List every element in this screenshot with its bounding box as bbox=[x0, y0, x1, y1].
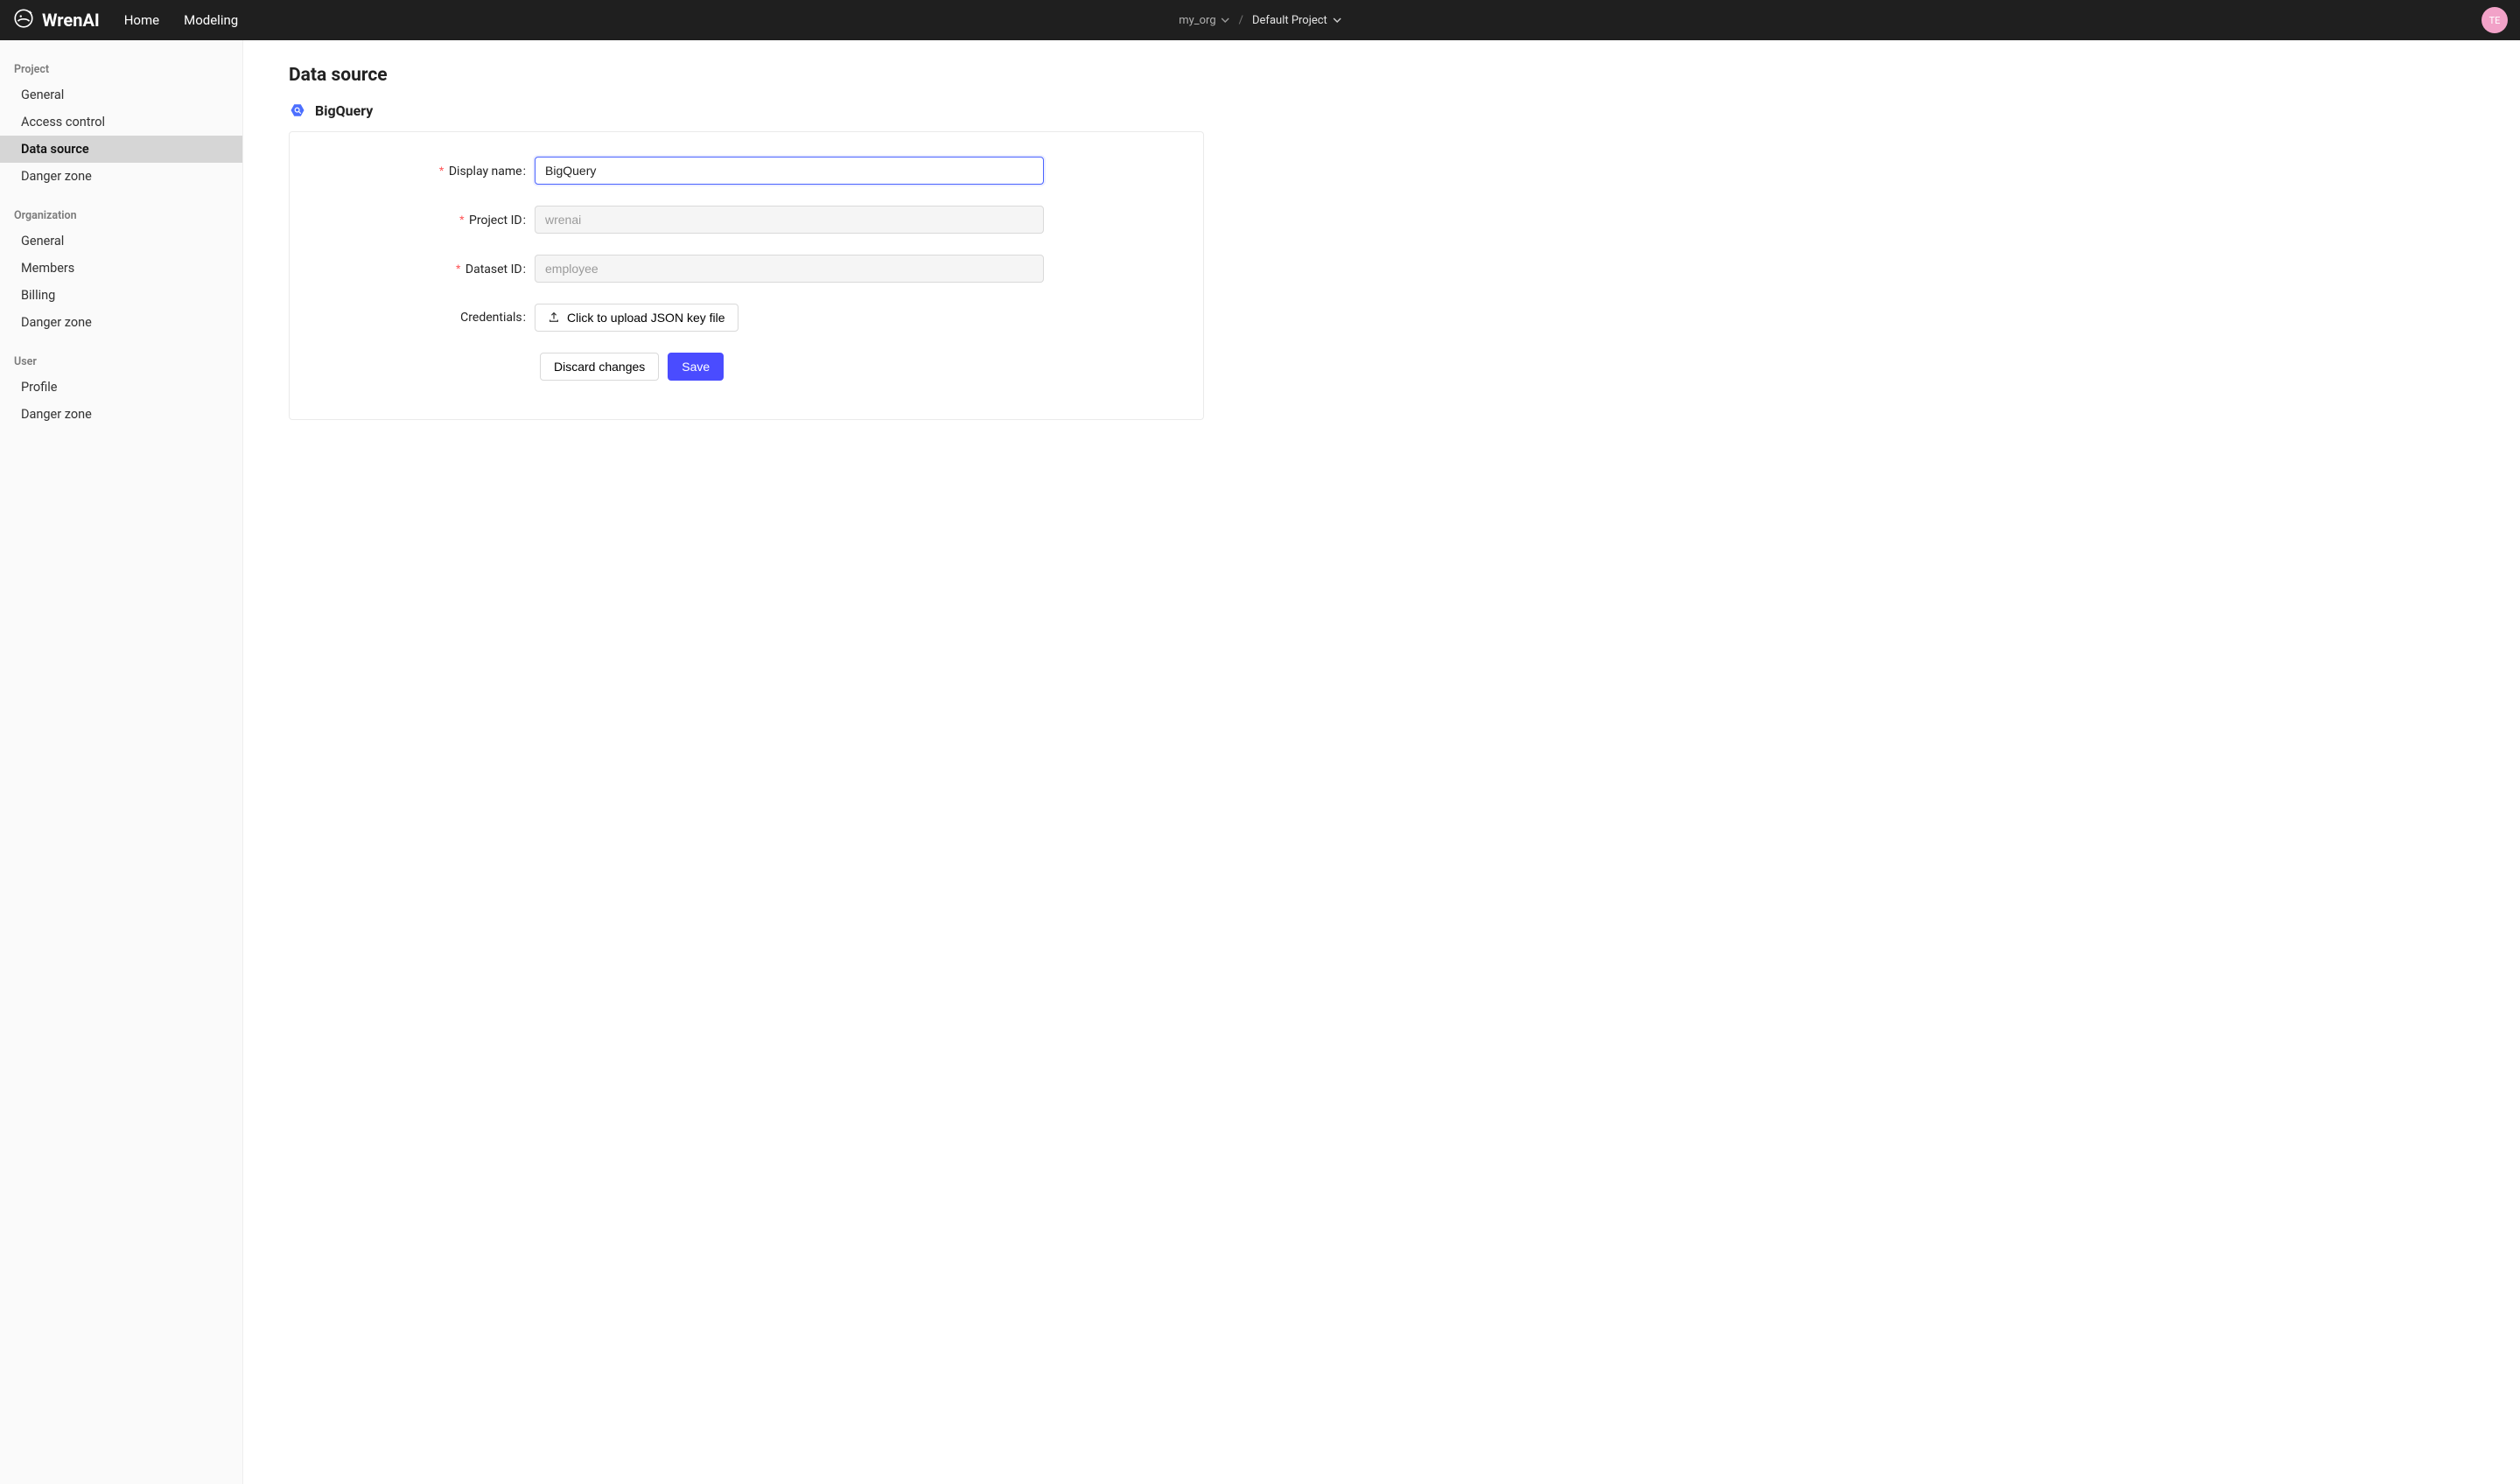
row-display-name: * Display name: bbox=[311, 157, 1182, 185]
form-actions: Discard changes Save bbox=[540, 353, 1182, 381]
upload-credentials-button[interactable]: Click to upload JSON key file bbox=[535, 304, 738, 332]
provider-header: BigQuery bbox=[289, 102, 2474, 119]
sidebar-item-danger-zone[interactable]: Danger zone bbox=[0, 163, 242, 190]
sidebar-item-members[interactable]: Members bbox=[0, 255, 242, 282]
chevron-down-icon bbox=[1222, 16, 1230, 24]
project-id-input bbox=[535, 206, 1044, 234]
provider-name: BigQuery bbox=[315, 102, 373, 119]
logo-icon bbox=[12, 7, 35, 34]
row-project-id: * Project ID: bbox=[311, 206, 1182, 234]
breadcrumb-org[interactable]: my_org bbox=[1179, 14, 1229, 27]
row-dataset-id: * Dataset ID: bbox=[311, 255, 1182, 283]
avatar[interactable]: TE bbox=[2482, 7, 2508, 33]
required-mark: * bbox=[439, 164, 444, 178]
main: Data source BigQuery * Display name: bbox=[243, 40, 2520, 1484]
sidebar-item-billing[interactable]: Billing bbox=[0, 282, 242, 309]
sidebar-item-data-source[interactable]: Data source bbox=[0, 136, 242, 163]
nav-modeling[interactable]: Modeling bbox=[184, 12, 238, 28]
page-title: Data source bbox=[289, 65, 2474, 86]
required-mark: * bbox=[456, 262, 460, 276]
breadcrumb-project-label: Default Project bbox=[1252, 14, 1327, 27]
label-dataset-id: * Dataset ID: bbox=[311, 262, 535, 276]
row-credentials: Credentials: Click to upload JSON key fi… bbox=[311, 304, 1182, 332]
sidebar-item-access-control[interactable]: Access control bbox=[0, 108, 242, 136]
breadcrumb-org-label: my_org bbox=[1179, 14, 1215, 27]
display-name-input[interactable] bbox=[535, 157, 1044, 185]
sidebar-heading-user: User bbox=[0, 350, 242, 374]
topbar: WrenAI Home Modeling my_org / Default Pr… bbox=[0, 0, 2520, 40]
label-display-name: * Display name: bbox=[311, 164, 535, 178]
label-project-id: * Project ID: bbox=[311, 213, 535, 228]
breadcrumb-sep: / bbox=[1239, 14, 1243, 27]
sidebar-heading-organization: Organization bbox=[0, 204, 242, 228]
bigquery-icon bbox=[289, 102, 306, 119]
label-credentials: Credentials: bbox=[311, 311, 535, 325]
sidebar-section-organization: Organization General Members Billing Dan… bbox=[0, 204, 242, 336]
sidebar-heading-project: Project bbox=[0, 58, 242, 81]
datasource-card: * Display name: * Project ID: * bbox=[289, 131, 1204, 420]
sidebar-item-profile[interactable]: Profile bbox=[0, 374, 242, 401]
breadcrumb: my_org / Default Project bbox=[1179, 14, 1341, 27]
brand-text: WrenAI bbox=[42, 10, 100, 31]
nav-links: Home Modeling bbox=[124, 12, 238, 28]
brand[interactable]: WrenAI bbox=[12, 7, 100, 34]
sidebar-item-general[interactable]: General bbox=[0, 81, 242, 108]
required-mark: * bbox=[459, 213, 464, 227]
save-button[interactable]: Save bbox=[668, 353, 724, 381]
nav-home[interactable]: Home bbox=[124, 12, 159, 28]
upload-icon bbox=[548, 311, 560, 326]
sidebar: Project General Access control Data sour… bbox=[0, 40, 243, 1484]
discard-button[interactable]: Discard changes bbox=[540, 353, 659, 381]
chevron-down-icon bbox=[1333, 16, 1341, 24]
sidebar-item-user-danger-zone[interactable]: Danger zone bbox=[0, 401, 242, 428]
upload-credentials-label: Click to upload JSON key file bbox=[567, 311, 725, 325]
sidebar-item-org-general[interactable]: General bbox=[0, 228, 242, 255]
breadcrumb-project[interactable]: Default Project bbox=[1252, 14, 1341, 27]
sidebar-section-user: User Profile Danger zone bbox=[0, 350, 242, 428]
sidebar-section-project: Project General Access control Data sour… bbox=[0, 58, 242, 190]
dataset-id-input bbox=[535, 255, 1044, 283]
sidebar-item-org-danger-zone[interactable]: Danger zone bbox=[0, 309, 242, 336]
